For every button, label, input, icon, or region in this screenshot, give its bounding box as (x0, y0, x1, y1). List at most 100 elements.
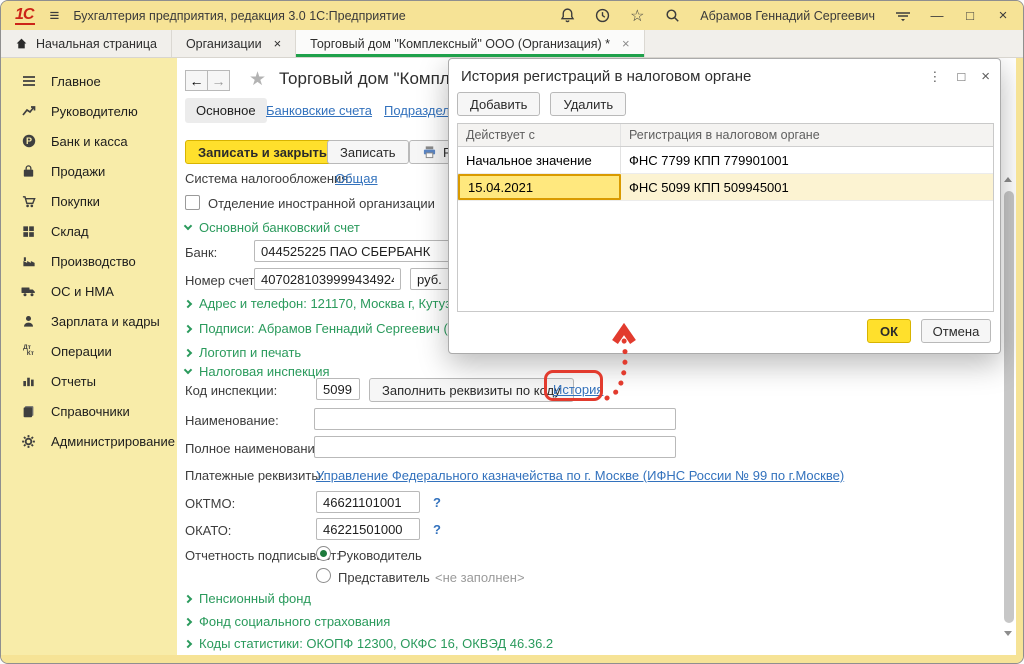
chevron-right-icon (184, 639, 192, 647)
gear-icon (19, 433, 38, 449)
table-row-selected[interactable]: 15.04.2021 ФНС 5099 КПП 509945001 (458, 174, 993, 201)
sidebar-item-operations[interactable]: Дт Кт Операции (1, 336, 177, 366)
name-input[interactable] (314, 408, 676, 430)
dialog-more-kebab-icon[interactable]: ⋮ (928, 69, 941, 85)
inspection-code-label: Код инспекции: (185, 383, 277, 398)
sidebar-item-label: Главное (51, 74, 101, 89)
payment-details-link[interactable]: Управление Федерального казначейства по … (316, 468, 844, 483)
sidebar-item-manager[interactable]: Руководителю (1, 96, 177, 126)
add-button[interactable]: Добавить (457, 92, 540, 116)
scroll-up-arrow[interactable] (1004, 177, 1012, 182)
dialog-maximize-button[interactable]: □ (957, 69, 965, 84)
history-clock-icon[interactable] (593, 7, 611, 25)
cell-registration[interactable]: ФНС 5099 КПП 509945001 (621, 174, 993, 200)
tax-system-link[interactable]: Общая (335, 171, 378, 186)
section-address[interactable]: Адрес и телефон: 121170, Москва г, Кутуз… (185, 296, 492, 311)
tab-home-label: Начальная страница (36, 37, 157, 51)
history-link[interactable]: История (553, 382, 603, 397)
fill-by-code-button[interactable]: Заполнить реквизиты по коду (369, 378, 574, 402)
factory-icon (19, 253, 38, 269)
signer-director-radio[interactable] (316, 546, 331, 561)
minimize-button[interactable]: — (929, 8, 945, 23)
maximize-button[interactable]: □ (962, 8, 978, 23)
book-icon (19, 403, 38, 419)
bank-label: Банк: (185, 245, 217, 260)
full-name-input[interactable] (314, 436, 676, 458)
signer-representative-label: Представитель (338, 570, 430, 585)
favorite-star-icon[interactable]: ★ (249, 68, 266, 91)
tab-home[interactable]: Начальная страница (1, 30, 172, 57)
tab-close-icon[interactable]: × (274, 36, 282, 51)
chevron-down-icon (184, 366, 192, 374)
search-icon[interactable] (663, 7, 681, 25)
cell-date[interactable]: Начальное значение (458, 147, 621, 173)
back-button[interactable]: ← (185, 70, 208, 91)
section-statistics-codes[interactable]: Коды статистики: ОКОПФ 12300, ОКФС 16, О… (185, 636, 553, 651)
ok-button[interactable]: ОК (867, 319, 911, 343)
scroll-down-arrow[interactable] (1004, 631, 1012, 636)
grid-blocks-icon (19, 223, 38, 239)
sidebar-item-purchases[interactable]: Покупки (1, 186, 177, 216)
cell-registration[interactable]: ФНС 7799 КПП 779901001 (621, 147, 993, 173)
scrollbar-thumb[interactable] (1004, 191, 1014, 623)
sidebar-item-administration[interactable]: Администрирование (1, 426, 177, 456)
sidebar-item-main[interactable]: Главное (1, 66, 177, 96)
tab-organizations[interactable]: Организации × (172, 30, 296, 57)
section-label: Коды статистики: ОКОПФ 12300, ОКФС 16, О… (199, 636, 553, 651)
registration-table: Действует с Регистрация в налоговом орга… (457, 123, 994, 312)
nav-tab-bank-accounts[interactable]: Банковские счета (266, 103, 372, 118)
okato-hint-icon[interactable]: ? (433, 522, 441, 537)
delete-button[interactable]: Удалить (550, 92, 626, 116)
sidebar-item-salary-hr[interactable]: Зарплата и кадры (1, 306, 177, 336)
tab-organization-card[interactable]: Торговый дом "Комплексный" ООО (Организа… (296, 30, 644, 57)
section-pension-fund[interactable]: Пенсионный фонд (185, 591, 311, 606)
payment-details-label: Платежные реквизиты: (185, 468, 324, 483)
representative-empty-value: <не заполнен> (435, 570, 525, 585)
tab-organizations-label: Организации (186, 37, 262, 51)
user-settings-menu-icon[interactable] (894, 7, 912, 25)
okato-input[interactable] (316, 518, 420, 540)
sidebar-item-fixed-assets[interactable]: ОС и НМА (1, 276, 177, 306)
person-icon (19, 313, 38, 329)
sidebar-item-production[interactable]: Производство (1, 246, 177, 276)
sidebar-item-reports[interactable]: Отчеты (1, 366, 177, 396)
signer-director-label: Руководитель (338, 548, 422, 563)
sidebar-item-sales[interactable]: Продажи (1, 156, 177, 186)
dialog-close-button[interactable]: × (981, 68, 990, 85)
section-logo-stamp[interactable]: Логотип и печать (185, 345, 301, 360)
oktmo-hint-icon[interactable]: ? (433, 495, 441, 510)
sidebar-item-directories[interactable]: Справочники (1, 396, 177, 426)
foreign-branch-checkbox[interactable] (185, 195, 200, 210)
section-signatures[interactable]: Подписи: Абрамов Геннадий Сергеевич (Ген… (185, 321, 490, 336)
section-label: Основной банковский счет (199, 220, 360, 235)
signer-representative-radio[interactable] (316, 568, 331, 583)
forward-button[interactable]: → (207, 70, 230, 91)
nav-tab-main[interactable]: Основное (185, 98, 267, 123)
close-window-button[interactable]: × (995, 7, 1011, 24)
column-header-date[interactable]: Действует с (458, 124, 621, 146)
section-social-fund[interactable]: Фонд социального страхования (185, 614, 390, 629)
account-number-input[interactable] (254, 268, 401, 290)
save-button[interactable]: Записать (327, 140, 409, 164)
section-label: Налоговая инспекция (199, 364, 330, 379)
save-and-close-button[interactable]: Записать и закрыть (185, 140, 340, 164)
cancel-button[interactable]: Отмена (921, 319, 991, 343)
title-bar: 1С ≡ Бухгалтерия предприятия, редакция 3… (1, 1, 1023, 30)
main-menu-icon[interactable]: ≡ (49, 6, 59, 26)
current-user-name[interactable]: Абрамов Геннадий Сергеевич (700, 9, 875, 23)
notifications-bell-icon[interactable] (558, 7, 576, 25)
sidebar-item-bank-cash[interactable]: Р Банк и касса (1, 126, 177, 156)
inspection-code-input[interactable] (316, 378, 360, 400)
oktmo-input[interactable] (316, 491, 420, 513)
section-bank-account[interactable]: Основной банковский счет (185, 220, 360, 235)
favorites-star-icon[interactable]: ☆ (628, 7, 646, 25)
sidebar-item-label: Администрирование (51, 434, 175, 449)
tab-close-icon[interactable]: × (622, 36, 630, 51)
sidebar-item-warehouse[interactable]: Склад (1, 216, 177, 246)
section-tax-office[interactable]: Налоговая инспекция (185, 364, 330, 379)
table-row[interactable]: Начальное значение ФНС 7799 КПП 77990100… (458, 147, 993, 174)
column-header-registration[interactable]: Регистрация в налоговом органе (621, 124, 993, 146)
table-header-row: Действует с Регистрация в налоговом орга… (458, 124, 993, 147)
cell-date-selected[interactable]: 15.04.2021 (458, 174, 621, 200)
dialog-title: История регистраций в налоговом органе (461, 68, 751, 85)
